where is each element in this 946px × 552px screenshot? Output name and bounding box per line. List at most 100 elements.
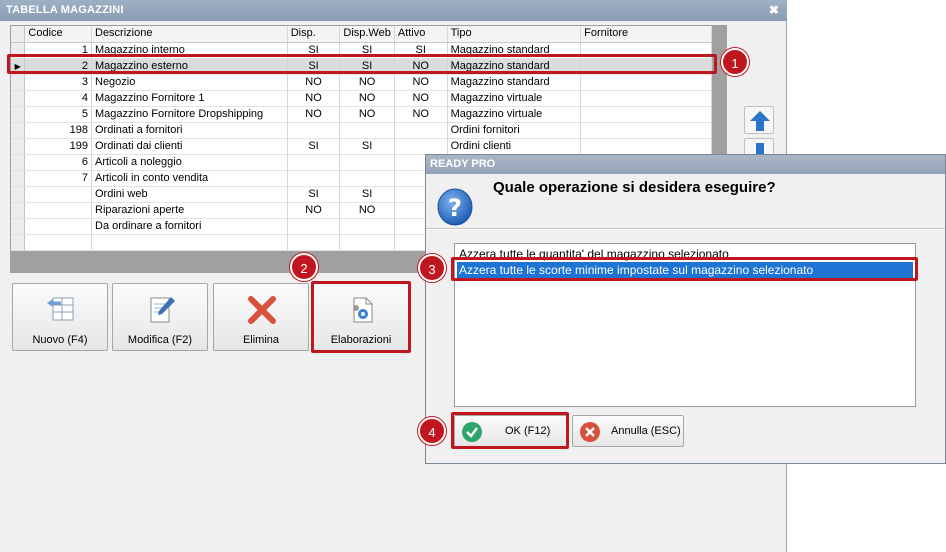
cell-descrizione[interactable]: Magazzino Fornitore Dropshipping <box>91 106 288 123</box>
cell-disp-web[interactable] <box>339 154 395 171</box>
cell-fornitore[interactable] <box>580 138 712 155</box>
cell-disp[interactable] <box>287 218 341 235</box>
cell-disp-web[interactable] <box>339 122 395 139</box>
column-header-descrizione[interactable]: Descrizione <box>91 26 288 43</box>
row-indicator[interactable] <box>11 90 26 107</box>
cell-fornitore[interactable] <box>580 122 712 139</box>
cell-disp-web[interactable]: NO <box>339 106 395 123</box>
cell-codice[interactable]: 5 <box>24 106 92 123</box>
cell-codice[interactable]: 6 <box>24 154 92 171</box>
row-indicator[interactable] <box>11 154 26 171</box>
cell-tipo[interactable]: Magazzino virtuale <box>447 90 582 107</box>
step-badge-4: 4 <box>418 417 446 445</box>
cell-codice[interactable] <box>24 202 92 219</box>
column-header-fornitore[interactable]: Fornitore <box>580 26 712 43</box>
cell-codice[interactable] <box>24 234 92 251</box>
cell-tipo[interactable]: Ordini fornitori <box>447 122 582 139</box>
cell-disp[interactable]: NO <box>287 106 341 123</box>
cell-descrizione[interactable]: Magazzino Fornitore 1 <box>91 90 288 107</box>
cell-codice[interactable]: 3 <box>24 74 92 91</box>
column-header-codice[interactable]: Codice <box>24 26 92 43</box>
cell-descrizione[interactable]: Articoli a noleggio <box>91 154 288 171</box>
step-badge-2: 2 <box>290 253 318 281</box>
cell-codice[interactable]: 4 <box>24 90 92 107</box>
cell-disp[interactable] <box>287 234 341 251</box>
cell-disp-web[interactable]: NO <box>339 202 395 219</box>
cell-disp-web[interactable] <box>339 218 395 235</box>
cell-disp-web[interactable]: SI <box>339 186 395 203</box>
delete-x-icon <box>248 296 276 324</box>
highlight-option <box>451 257 918 281</box>
cell-disp[interactable]: NO <box>287 90 341 107</box>
cell-fornitore[interactable] <box>580 90 712 107</box>
cell-descrizione[interactable]: Articoli in conto vendita <box>91 170 288 187</box>
row-indicator[interactable] <box>11 138 26 155</box>
cell-descrizione[interactable]: Da ordinare a fornitori <box>91 218 288 235</box>
step-badge-3: 3 <box>418 254 446 282</box>
column-header-disp-web[interactable]: Disp.Web <box>339 26 395 43</box>
row-indicator[interactable] <box>11 122 26 139</box>
cell-codice[interactable]: 198 <box>24 122 92 139</box>
cell-disp[interactable]: SI <box>287 186 341 203</box>
cell-codice[interactable] <box>24 186 92 203</box>
cell-disp[interactable] <box>287 170 341 187</box>
cell-fornitore[interactable] <box>580 74 712 91</box>
cell-descrizione[interactable]: Ordinati a fornitori <box>91 122 288 139</box>
highlight-ok-button <box>451 412 569 449</box>
cell-attivo[interactable]: NO <box>394 74 448 91</box>
cell-codice[interactable]: 7 <box>24 170 92 187</box>
cell-codice[interactable] <box>24 218 92 235</box>
row-indicator[interactable] <box>11 74 26 91</box>
column-header-disp[interactable]: Disp. <box>287 26 341 43</box>
cell-attivo[interactable] <box>394 138 448 155</box>
table-row[interactable]: 199 Ordinati dai clienti SI SI Ordini client… <box>11 138 712 155</box>
cell-codice[interactable]: 199 <box>24 138 92 155</box>
modifica-button[interactable]: Modifica (F2) <box>112 283 208 351</box>
row-indicator[interactable] <box>11 234 26 251</box>
dialog-separator <box>426 228 945 230</box>
highlight-elaborazioni <box>311 281 411 353</box>
row-indicator[interactable] <box>11 170 26 187</box>
table-row[interactable]: 4 Magazzino Fornitore 1 NO NO NO Magazzino vi… <box>11 90 712 107</box>
cell-disp[interactable]: SI <box>287 138 341 155</box>
cell-disp[interactable] <box>287 154 341 171</box>
cell-disp[interactable] <box>287 122 341 139</box>
cell-tipo[interactable]: Magazzino virtuale <box>447 106 582 123</box>
cancel-button[interactable]: Annulla (ESC) <box>572 415 684 447</box>
table-row[interactable]: 3 Negozio NO NO NO Magazzino standard <box>11 74 712 91</box>
cell-descrizione[interactable] <box>91 234 288 251</box>
cell-disp-web[interactable]: SI <box>339 138 395 155</box>
nuovo-label: Nuovo (F4) <box>32 334 88 346</box>
nuovo-button[interactable]: Nuovo (F4) <box>12 283 108 351</box>
cell-tipo[interactable]: Magazzino standard <box>447 74 582 91</box>
cell-disp-web[interactable] <box>339 234 395 251</box>
cell-descrizione[interactable]: Negozio <box>91 74 288 91</box>
column-header-tipo[interactable]: Tipo <box>447 26 582 43</box>
table-row[interactable]: 5 Magazzino Fornitore Dropshipping NO NO NO M… <box>11 106 712 123</box>
cell-disp-web[interactable]: NO <box>339 90 395 107</box>
cell-fornitore[interactable] <box>580 106 712 123</box>
close-icon[interactable]: ✖ <box>767 3 781 17</box>
move-up-button[interactable] <box>744 106 774 134</box>
window-titlebar: TABELLA MAGAZZINI ✖ <box>0 0 787 21</box>
table-header-row: Codice Descrizione Disp. Disp.Web Attivo… <box>11 26 712 43</box>
cell-disp-web[interactable]: NO <box>339 74 395 91</box>
column-header-attivo[interactable]: Attivo <box>394 26 448 43</box>
cell-disp[interactable]: NO <box>287 202 341 219</box>
cell-descrizione[interactable]: Ordinati dai clienti <box>91 138 288 155</box>
row-indicator[interactable] <box>11 186 26 203</box>
table-row[interactable]: 198 Ordinati a fornitori Ordini fornitori <box>11 122 712 139</box>
row-indicator[interactable] <box>11 218 26 235</box>
cell-disp-web[interactable] <box>339 170 395 187</box>
cell-disp[interactable]: NO <box>287 74 341 91</box>
row-indicator[interactable] <box>11 106 26 123</box>
cell-attivo[interactable]: NO <box>394 90 448 107</box>
elimina-button[interactable]: Elimina <box>213 283 309 351</box>
cell-attivo[interactable]: NO <box>394 106 448 123</box>
cell-tipo[interactable]: Ordini clienti <box>447 138 582 155</box>
cell-descrizione[interactable]: Riparazioni aperte <box>91 202 288 219</box>
cell-descrizione[interactable]: Ordini web <box>91 186 288 203</box>
row-indicator[interactable] <box>11 202 26 219</box>
cell-attivo[interactable] <box>394 122 448 139</box>
highlight-selected-row <box>7 54 717 74</box>
